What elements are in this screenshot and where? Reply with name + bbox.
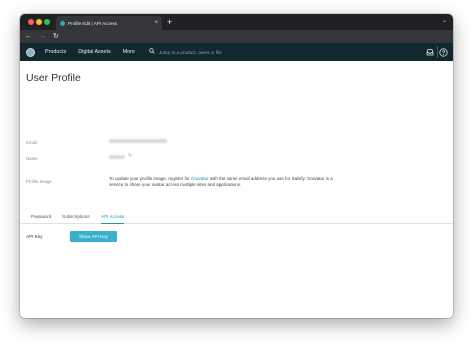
forward-button[interactable]: → <box>39 33 46 40</box>
profile-tabs: Password Subscriptions API Access <box>20 211 453 224</box>
tab-subscriptions[interactable]: Subscriptions <box>62 213 90 224</box>
name-label: Name <box>26 156 38 161</box>
new-tab-button[interactable]: + <box>167 17 172 27</box>
page-content: User Profile Email Name ✎ Profile Image … <box>20 61 453 318</box>
logo-icon[interactable] <box>26 47 35 57</box>
search-input[interactable] <box>158 49 299 55</box>
nav-more[interactable]: More <box>123 49 135 55</box>
email-value-redacted <box>109 139 167 143</box>
profile-image-label: Profile Image <box>26 179 52 184</box>
api-key-label: API Key <box>26 234 43 239</box>
gravatar-description: To update your profile image, register f… <box>109 176 339 189</box>
browser-toolbar: ← → ↻ <box>20 30 453 43</box>
minimize-window-button[interactable] <box>36 19 42 25</box>
search-icon <box>149 48 155 56</box>
tab-password[interactable]: Password <box>31 213 51 224</box>
show-api-key-button[interactable]: Show API Key <box>70 231 117 242</box>
browser-tab[interactable]: Profile Edit | API Access × <box>56 16 162 30</box>
reload-button[interactable]: ↻ <box>53 33 59 40</box>
maximize-window-button[interactable] <box>44 19 50 25</box>
email-label: Email <box>26 140 37 145</box>
inbox-icon[interactable] <box>425 47 435 57</box>
close-window-button[interactable] <box>28 19 34 25</box>
browser-tab-strip: Profile Edit | API Access × + ⌄ <box>20 14 453 30</box>
gravatar-link[interactable]: Gravatar <box>191 176 209 181</box>
tab-title: Profile Edit | API Access <box>68 20 117 26</box>
page-title: User Profile <box>26 72 81 84</box>
browser-window: Profile Edit | API Access × + ⌄ ← → ↻ Pr… <box>20 14 453 318</box>
tab-close-icon[interactable]: × <box>154 20 158 26</box>
name-value-redacted <box>109 155 125 159</box>
favicon-icon <box>60 20 65 26</box>
gravatar-text-before: To update your profile image, register f… <box>109 176 192 181</box>
tab-api-access[interactable]: API Access <box>101 213 125 224</box>
back-button[interactable]: ← <box>25 33 32 40</box>
app-header: Products Digital Assets More <box>20 43 453 61</box>
help-icon[interactable] <box>438 47 448 57</box>
tab-search-icon[interactable]: ⌄ <box>442 17 447 24</box>
nav-products[interactable]: Products <box>45 49 66 55</box>
nav-digital-assets[interactable]: Digital Assets <box>78 49 110 55</box>
edit-pencil-icon[interactable]: ✎ <box>128 153 132 159</box>
